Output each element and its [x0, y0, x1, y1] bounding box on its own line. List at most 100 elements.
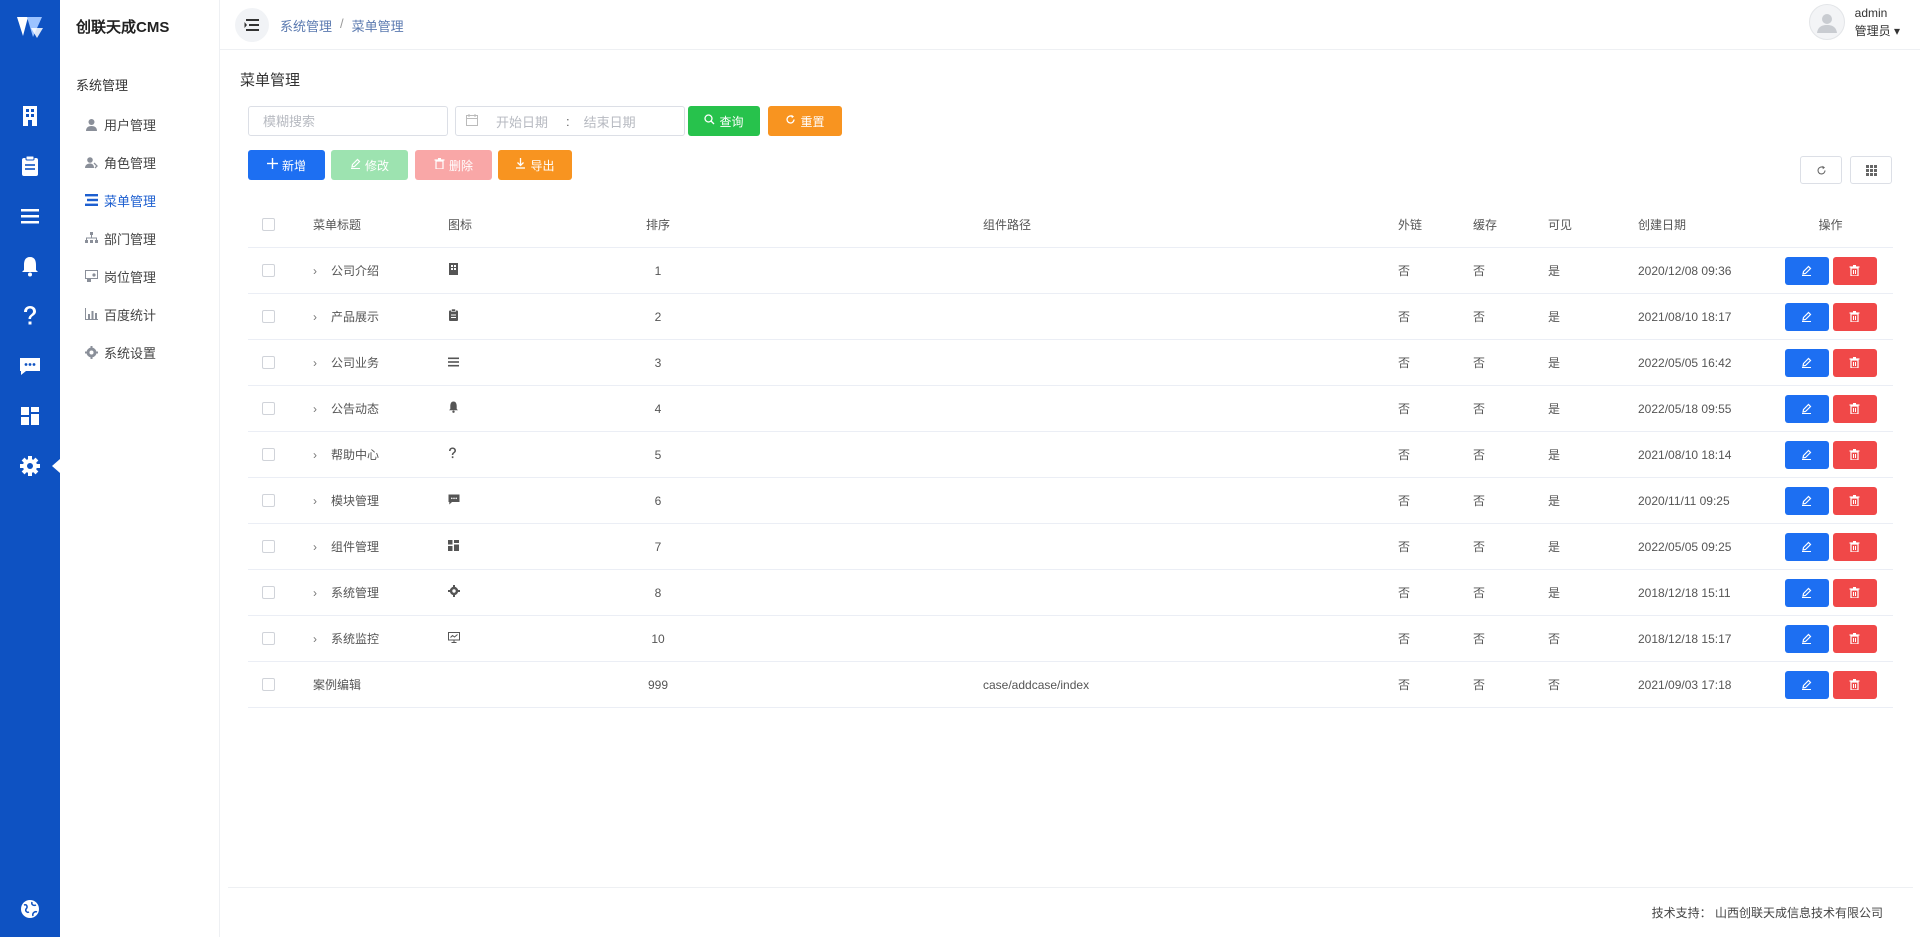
building-icon[interactable] — [15, 101, 45, 131]
table-row[interactable]: › 公司介绍 1 否 否 是 2020/12/08 09:36 — [248, 248, 1893, 294]
chevron-right-icon[interactable]: › — [313, 448, 327, 462]
query-button[interactable]: 查询 — [688, 106, 760, 136]
date-range-picker[interactable]: 开始日期 : 结束日期 — [455, 106, 685, 136]
component-path — [983, 248, 1283, 293]
row-delete-button[interactable] — [1832, 670, 1877, 699]
row-delete-button[interactable] — [1832, 578, 1877, 607]
chevron-right-icon[interactable]: › — [313, 494, 327, 508]
row-delete-button[interactable] — [1832, 302, 1877, 331]
trash-icon — [1849, 357, 1860, 368]
created-date: 2022/05/05 09:25 — [1638, 539, 1732, 554]
edit-icon — [1802, 357, 1812, 368]
table-row[interactable]: › 模块管理 6 否 否 是 2020/11/11 09:25 — [248, 478, 1893, 524]
chevron-right-icon[interactable]: › — [313, 402, 327, 416]
sidebar-item-departments[interactable]: 部门管理 — [84, 219, 156, 257]
user-role[interactable]: 管理员 ▾ — [1855, 22, 1900, 40]
sidebar-item-stats[interactable]: 百度统计 — [84, 295, 156, 333]
row-checkbox[interactable] — [261, 586, 275, 599]
table-row[interactable]: 案例编辑 999 case/addcase/index 否 否 否 2021/09/03 1… — [248, 662, 1893, 708]
row-edit-button[interactable] — [1784, 670, 1829, 699]
column-header: 操作 — [1818, 218, 1843, 232]
row-checkbox[interactable] — [261, 402, 275, 415]
question-icon[interactable] — [15, 301, 45, 331]
chevron-right-icon[interactable]: › — [313, 356, 327, 370]
row-delete-button[interactable] — [1832, 486, 1877, 515]
list-icon[interactable] — [15, 201, 45, 231]
row-checkbox[interactable] — [261, 540, 275, 553]
row-edit-button[interactable] — [1784, 486, 1829, 515]
avatar[interactable] — [1808, 4, 1845, 40]
apps-icon[interactable] — [15, 401, 45, 431]
logo-icon[interactable] — [15, 14, 45, 40]
row-delete-button[interactable] — [1832, 256, 1877, 285]
row-checkbox[interactable] — [261, 356, 275, 369]
row-checkbox[interactable] — [261, 448, 275, 461]
row-checkbox[interactable] — [261, 264, 275, 277]
chevron-right-icon[interactable]: › — [313, 540, 327, 554]
table-row[interactable]: › 系统监控 10 否 否 否 2018/12/18 15:17 — [248, 616, 1893, 662]
edit-label: 修改 — [364, 158, 389, 173]
row-delete-button[interactable] — [1832, 624, 1877, 653]
date-end[interactable]: 结束日期 — [584, 112, 636, 131]
globe-icon[interactable] — [15, 894, 45, 924]
reset-button[interactable]: 重置 — [768, 106, 842, 136]
row-edit-button[interactable] — [1784, 302, 1829, 331]
gear-icon[interactable] — [15, 451, 60, 481]
row-checkbox[interactable] — [261, 632, 275, 645]
sidebar-item-users[interactable]: 用户管理 — [84, 105, 156, 143]
collapse-menu-button[interactable] — [235, 8, 269, 42]
chat-icon[interactable] — [15, 351, 45, 381]
add-button[interactable]: 新增 — [248, 150, 325, 180]
menu-table: 菜单标题 图标 排序 组件路径 外链 缓存 可见 创建日期 操作 › 公司介绍 1 否… — [248, 202, 1893, 708]
table-row[interactable]: › 产品展示 2 否 否 是 2021/08/10 18:17 — [248, 294, 1893, 340]
chevron-right-icon[interactable]: › — [313, 632, 327, 646]
edit-button[interactable]: 修改 — [331, 150, 408, 180]
chevron-right-icon[interactable]: › — [313, 264, 327, 278]
chevron-right-icon[interactable]: › — [313, 310, 327, 324]
row-delete-button[interactable] — [1832, 440, 1877, 469]
clipboard-icon[interactable] — [15, 151, 45, 181]
row-checkbox[interactable] — [261, 494, 275, 507]
sort-value: 3 — [654, 355, 662, 370]
visible-value: 否 — [1548, 678, 1561, 692]
row-delete-button[interactable] — [1832, 348, 1877, 377]
row-delete-button[interactable] — [1832, 394, 1877, 423]
row-edit-button[interactable] — [1784, 578, 1829, 607]
sidebar-item-settings[interactable]: 系统设置 — [84, 333, 156, 371]
row-edit-button[interactable] — [1784, 394, 1829, 423]
table-columns-button[interactable] — [1850, 156, 1892, 184]
table-row[interactable]: › 组件管理 7 否 否 是 2022/05/05 09:25 — [248, 524, 1893, 570]
trash-icon — [1849, 495, 1860, 506]
sidebar-item-posts[interactable]: 岗位管理 — [84, 257, 156, 295]
row-edit-button[interactable] — [1784, 256, 1829, 285]
search-input[interactable] — [248, 106, 448, 136]
table-row[interactable]: › 系统管理 8 否 否 是 2018/12/18 15:11 — [248, 570, 1893, 616]
edit-icon — [1802, 449, 1812, 460]
external-link-value: 否 — [1398, 678, 1411, 692]
sort-value: 6 — [654, 493, 662, 508]
user-menu[interactable]: admin 管理员 ▾ — [1808, 4, 1900, 40]
row-edit-button[interactable] — [1784, 348, 1829, 377]
export-button[interactable]: 导出 — [498, 150, 572, 180]
row-checkbox[interactable] — [261, 678, 275, 691]
chevron-right-icon[interactable]: › — [313, 586, 327, 600]
sort-value: 2 — [654, 309, 662, 324]
table-row[interactable]: › 公告动态 4 否 否 是 2022/05/18 09:55 — [248, 386, 1893, 432]
delete-button[interactable]: 删除 — [415, 150, 492, 180]
table-row[interactable]: › 帮助中心 5 否 否 是 2021/08/10 18:14 — [248, 432, 1893, 478]
sort-value: 8 — [654, 585, 662, 600]
table-row[interactable]: › 公司业务 3 否 否 是 2022/05/05 16:42 — [248, 340, 1893, 386]
table-refresh-button[interactable] — [1800, 156, 1842, 184]
date-start[interactable]: 开始日期 — [496, 112, 548, 131]
select-all-checkbox[interactable] — [261, 218, 275, 231]
row-edit-button[interactable] — [1784, 532, 1829, 561]
sort-value: 4 — [654, 401, 662, 416]
sidebar-item-menus[interactable]: 菜单管理 — [84, 181, 156, 219]
sidebar-item-roles[interactable]: 角色管理 — [84, 143, 156, 181]
row-edit-button[interactable] — [1784, 624, 1829, 653]
row-delete-button[interactable] — [1832, 532, 1877, 561]
row-edit-button[interactable] — [1784, 440, 1829, 469]
bell-icon[interactable] — [15, 251, 45, 281]
breadcrumb-item[interactable]: 系统管理 — [280, 16, 332, 35]
row-checkbox[interactable] — [261, 310, 275, 323]
